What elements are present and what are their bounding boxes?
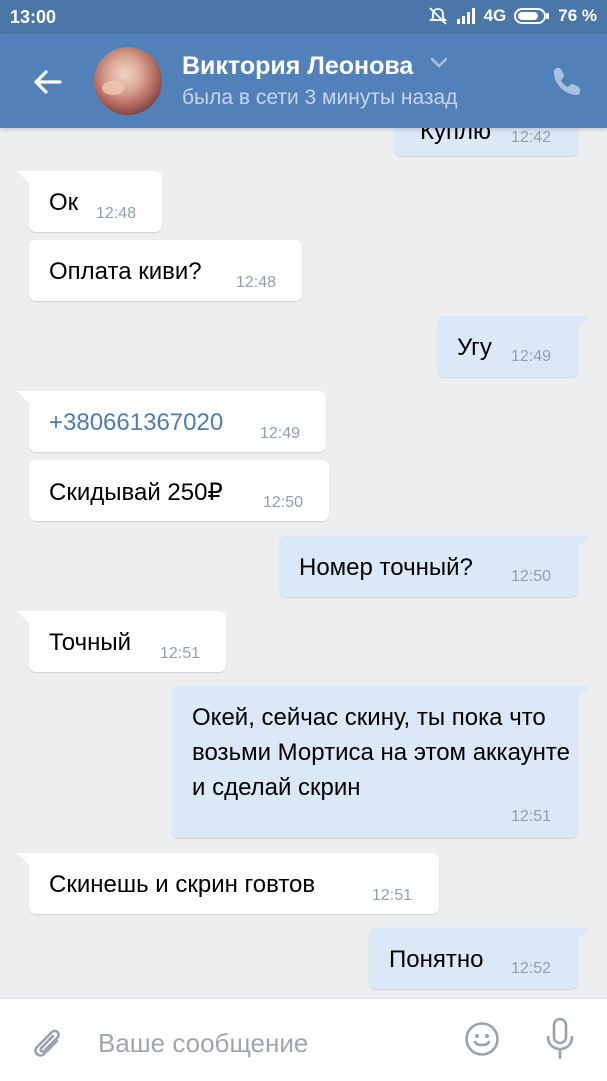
back-arrow-icon[interactable] [30, 64, 66, 100]
message-input[interactable] [96, 1025, 430, 1061]
message-text: Точный [49, 629, 132, 656]
message-time: 12:48 [96, 205, 137, 222]
message-time: 12:52 [511, 960, 552, 977]
mute-icon [428, 6, 448, 26]
message-time: 12:42 [511, 129, 552, 146]
mic-icon[interactable] [545, 1017, 575, 1061]
message-time: 12:51 [160, 645, 201, 662]
message-time: 12:50 [263, 494, 304, 511]
incoming-message[interactable]: Скидывай 250₽ 12:50 [29, 460, 329, 521]
attach-icon[interactable] [30, 1021, 66, 1061]
outgoing-message[interactable]: Номер точный? 12:50 [279, 536, 590, 597]
battery-icon [514, 7, 550, 25]
phone-number-link[interactable]: +380661367020 [49, 409, 223, 437]
phone-icon[interactable] [551, 65, 583, 97]
message-list[interactable]: Куплю 12:42 Ок 12:48 Оплата киви? 12:48 … [0, 128, 607, 998]
contact-name[interactable]: Виктория Леонова [182, 52, 413, 81]
incoming-message[interactable]: Ок 12:48 [17, 171, 162, 232]
incoming-message[interactable]: Оплата киви? 12:48 [29, 240, 302, 301]
status-icons: 4G 76 % [428, 6, 597, 26]
signal-icon [456, 7, 476, 25]
emoji-icon[interactable] [464, 1021, 500, 1057]
chat-header: Виктория Леонова была в сети 3 минуты на… [0, 34, 607, 128]
outgoing-message[interactable]: Куплю 12:42 [394, 128, 578, 156]
outgoing-message[interactable]: Окей, сейчас скину, ты пока что возьми М… [172, 686, 590, 838]
message-text: Угу [457, 334, 492, 361]
message-text: Номер точный? [299, 554, 473, 581]
chevron-down-icon[interactable] [430, 56, 448, 74]
avatar[interactable] [94, 47, 162, 115]
incoming-message[interactable]: Скинешь и скрин говтов 12:51 [17, 853, 439, 914]
message-text: Окей, сейчас скину, ты пока что возьми М… [192, 704, 570, 801]
message-time: 12:49 [260, 425, 301, 442]
message-text: Куплю [420, 128, 491, 145]
incoming-message[interactable]: +380661367020 12:49 [17, 391, 326, 452]
message-text: Скидывай 250₽ [49, 479, 223, 506]
message-text: Ок [49, 189, 79, 216]
status-time: 13:00 [10, 7, 57, 27]
message-text: Понятно [389, 946, 484, 973]
message-time: 12:48 [236, 274, 277, 291]
message-text: Оплата киви? [49, 258, 202, 285]
incoming-message[interactable]: Точный 12:51 [17, 611, 226, 672]
message-time: 12:51 [372, 887, 413, 904]
message-text: Скинешь и скрин говтов [49, 871, 316, 898]
outgoing-message[interactable]: Угу 12:49 [437, 316, 590, 377]
message-time: 12:50 [511, 568, 552, 585]
battery-level: 76 % [558, 6, 597, 25]
message-time: 12:49 [511, 348, 552, 365]
status-bar: 13:00 4G 76 % [0, 0, 607, 34]
contact-status: была в сети 3 минуты назад [182, 86, 458, 109]
outgoing-message[interactable]: Понятно 12:52 [369, 928, 590, 989]
message-composer [0, 998, 607, 1081]
message-time: 12:51 [511, 808, 552, 825]
network-type: 4G [483, 6, 507, 25]
